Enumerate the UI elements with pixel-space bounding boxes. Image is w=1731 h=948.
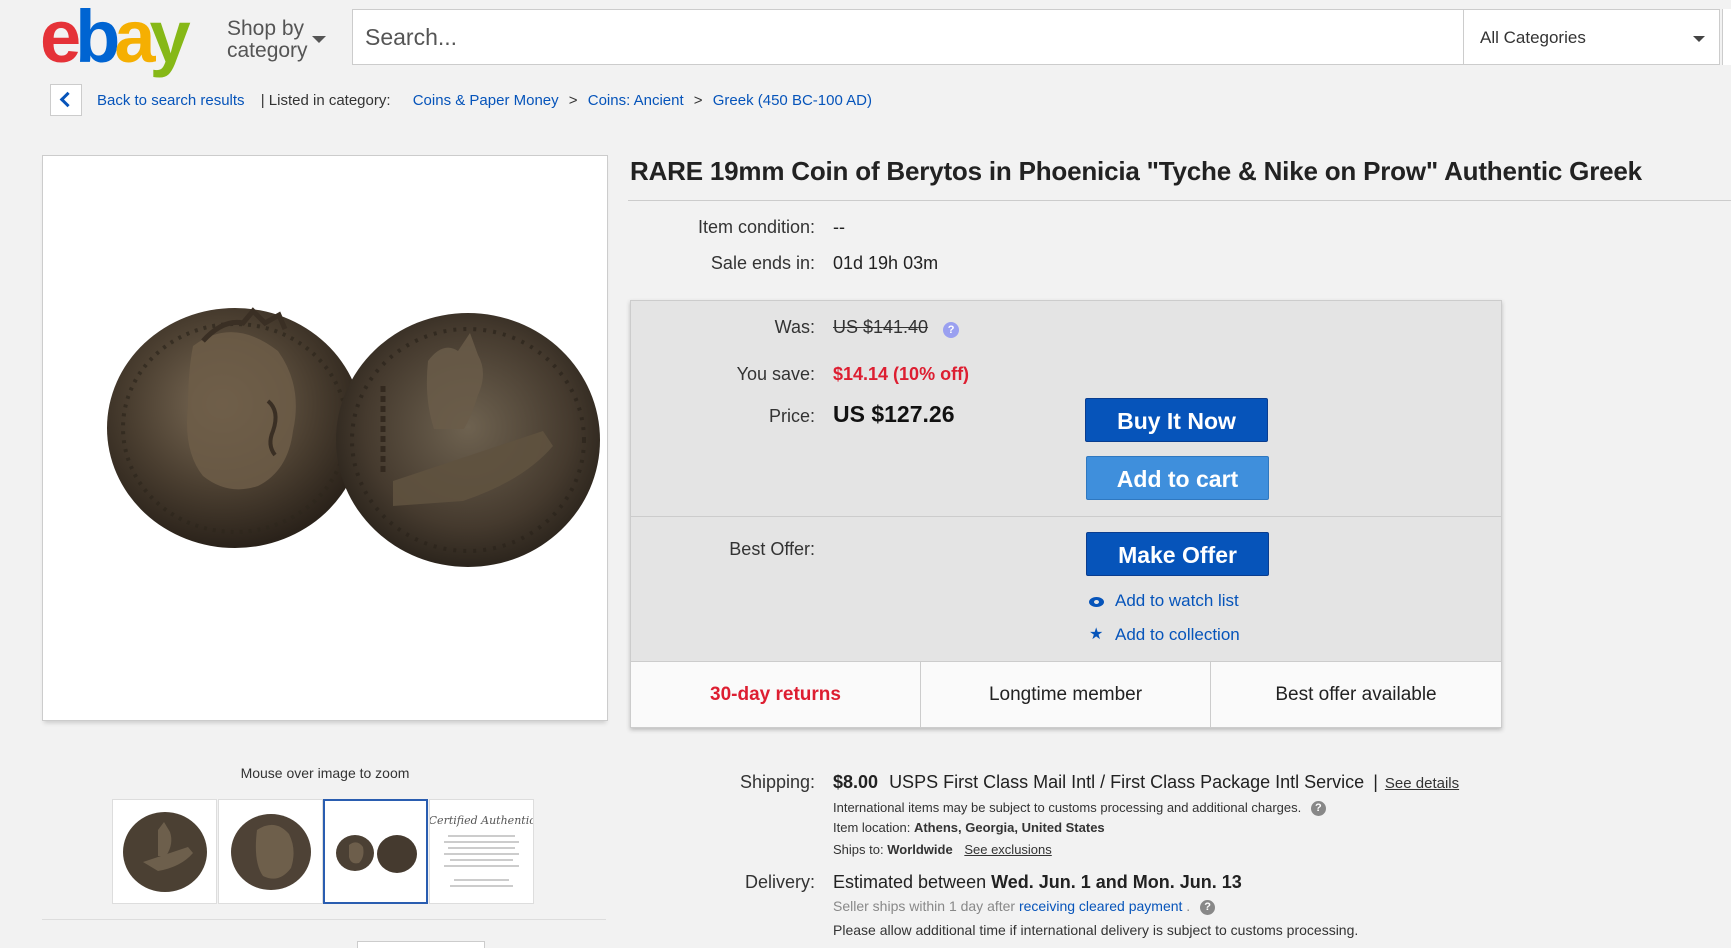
handling-line: Seller ships within 1 day after receivin…: [833, 898, 1216, 915]
intl-note: International items may be subject to cu…: [833, 800, 1302, 815]
breadcrumb-separator: >: [568, 92, 578, 109]
shop-by-category-button[interactable]: Shop by category: [227, 18, 308, 62]
logo-letter-b: b: [75, 0, 120, 78]
search-box: [352, 9, 1463, 65]
category-select-value: All Categories: [1480, 28, 1586, 47]
shipping-service: USPS First Class Mail Intl / First Class…: [889, 772, 1365, 792]
ships-to-value: Worldwide: [887, 842, 953, 857]
breadcrumb-item-coins-paper-money[interactable]: Coins & Paper Money: [413, 92, 559, 109]
listed-in-label: | Listed in category:: [260, 92, 391, 109]
you-save-label: You save:: [736, 364, 815, 384]
customs-note: Please allow additional time if internat…: [833, 922, 1359, 938]
ebay-logo[interactable]: ebay: [40, 0, 191, 74]
make-offer-button[interactable]: Make Offer: [1086, 532, 1269, 576]
cleared-payment-link[interactable]: receiving cleared payment: [1019, 898, 1182, 914]
item-title: RARE 19mm Coin of Berytos in Phoenicia "…: [630, 156, 1642, 186]
search-button[interactable]: [1722, 9, 1731, 65]
price-label: Price:: [768, 406, 815, 426]
logo-letter-y: y: [149, 0, 191, 78]
add-to-cart-button[interactable]: Add to cart: [1086, 456, 1269, 500]
tab-stub[interactable]: [357, 941, 485, 948]
handling-suffix: .: [1186, 898, 1191, 914]
item-location-label: Item location:: [833, 820, 911, 835]
back-button[interactable]: [50, 84, 82, 116]
shipping-line: $8.00 USPS First Class Mail Intl / First…: [833, 772, 1459, 793]
feature-longtime-member: Longtime member: [921, 662, 1211, 728]
add-to-watch-list-link[interactable]: Add to watch list: [1115, 591, 1239, 611]
chevron-left-icon: [59, 91, 76, 108]
zoom-hint: Mouse over image to zoom: [240, 765, 410, 781]
delivery-label: Delivery:: [744, 872, 815, 892]
intl-note-line: International items may be subject to cu…: [833, 800, 1326, 817]
add-to-collection-link[interactable]: Add to collection: [1115, 625, 1240, 645]
shop-by-caret-icon[interactable]: [312, 36, 326, 43]
shipping-label: Shipping:: [739, 772, 815, 792]
thumbnail-coin-reverse[interactable]: [112, 799, 217, 904]
ships-to-line: Ships to: Worldwide See exclusions: [833, 842, 1052, 857]
buy-it-now-button[interactable]: Buy It Now: [1085, 398, 1268, 442]
condition-value: --: [833, 217, 845, 237]
logo-letter-a: a: [114, 0, 155, 78]
feature-row: 30-day returns Longtime member Best offe…: [631, 661, 1501, 728]
you-save-value: $14.14 (10% off): [833, 364, 970, 384]
thumbnail-both-coins[interactable]: [323, 799, 428, 904]
help-icon[interactable]: ?: [943, 322, 960, 338]
delivery-estimate: Estimated between Wed. Jun. 1 and Mon. J…: [833, 872, 1242, 893]
breadcrumb-separator: >: [693, 92, 703, 109]
thumbnail-coin-obverse[interactable]: [218, 799, 323, 904]
shipping-cost: $8.00: [833, 772, 879, 792]
search-input[interactable]: [365, 10, 1445, 64]
see-exclusions-link[interactable]: See exclusions: [964, 842, 1051, 857]
title-divider: [628, 200, 1731, 201]
delivery-estimate-dates: Wed. Jun. 1 and Mon. Jun. 13: [991, 872, 1242, 892]
handling-prefix: Seller ships within 1 day after: [833, 898, 1016, 914]
see-details-link[interactable]: See details: [1385, 775, 1459, 792]
ships-to-label: Ships to:: [833, 842, 884, 857]
was-label: Was:: [774, 317, 815, 337]
feature-returns: 30-day returns: [631, 662, 921, 728]
question-icon[interactable]: ?: [1200, 899, 1216, 915]
sale-ends-label: Sale ends in:: [710, 253, 815, 273]
sale-ends-value: 01d 19h 03m: [833, 253, 939, 273]
eye-icon: [1089, 597, 1104, 607]
price-value: US $127.26: [833, 401, 955, 427]
feature-best-offer: Best offer available: [1275, 684, 1437, 705]
coins-image: [107, 307, 600, 567]
breadcrumb-item-coins-ancient[interactable]: Coins: Ancient: [588, 92, 684, 109]
shop-by-line2: category: [227, 39, 308, 62]
logo-letter-e: e: [40, 0, 81, 78]
question-icon[interactable]: ?: [1310, 801, 1326, 817]
category-select[interactable]: All Categories: [1463, 9, 1720, 65]
best-offer-label: Best Offer:: [729, 539, 815, 559]
gallery-divider: [42, 919, 606, 920]
main-image-panel[interactable]: [42, 155, 608, 721]
back-to-results-link[interactable]: Back to search results: [97, 92, 245, 109]
certificate-heading: Certified Authentic: [430, 814, 533, 827]
delivery-estimate-prefix: Estimated between: [833, 872, 987, 892]
breadcrumb: Back to search results | Listed in categ…: [97, 92, 878, 110]
condition-label: Item condition:: [697, 217, 815, 237]
price-box-divider: [631, 516, 1501, 517]
chevron-down-icon: [1693, 36, 1705, 42]
thumbnail-certificate[interactable]: Certified Authentic: [429, 799, 535, 904]
was-price: US $141.40: [833, 317, 929, 337]
item-location-value: Athens, Georgia, United States: [913, 820, 1105, 835]
item-location-line: Item location: Athens, Georgia, United S…: [833, 820, 1105, 835]
shipping-separator: |: [1373, 772, 1378, 792]
shop-by-line1: Shop by: [227, 17, 305, 40]
breadcrumb-item-greek[interactable]: Greek (450 BC-100 AD): [713, 92, 872, 109]
star-icon: ★: [1089, 626, 1104, 643]
